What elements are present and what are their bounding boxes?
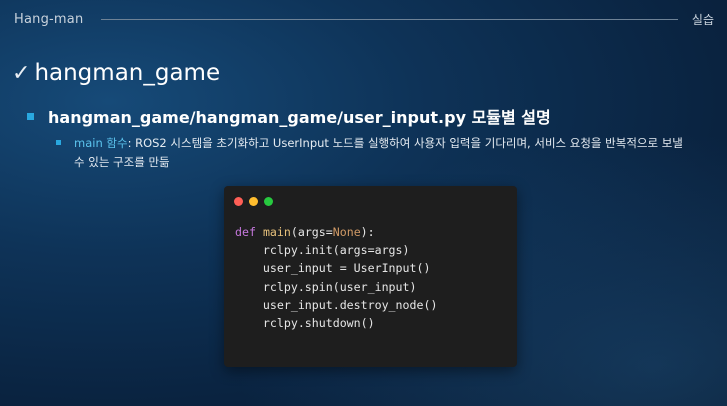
heading-level1: ✓ hangman_game [12, 60, 220, 86]
square-bullet-icon [27, 112, 34, 120]
code-line-3: user_input = UserInput() [235, 259, 437, 277]
code-line-5: user_input.destroy_node() [235, 296, 438, 314]
bullet-description: : ROS2 시스템을 초기화하고 UserInput 노드를 실행하여 사용자… [74, 136, 683, 169]
code-window: def main(args=None): rclpy.init(args=arg… [224, 186, 517, 367]
code-text: user_input.destroy_node() [262, 297, 438, 312]
heading-level2: hangman_game/hangman_game/user_input.py … [27, 104, 551, 128]
code-keyword: def [235, 225, 256, 239]
heading1-text: hangman_game [34, 60, 221, 86]
code-line-2: rclpy.init(args=args) [235, 241, 437, 259]
header-section-label: 실습 [691, 12, 714, 27]
slide-header: Hang-man 실습 [14, 9, 714, 29]
code-line-1: def main(args=None): [235, 223, 437, 241]
code-text: rclpy.shutdown() [262, 316, 375, 331]
code-line-4: rclpy.spin(user_input) [235, 278, 437, 296]
code-params-open: (args= [290, 225, 333, 239]
check-icon: ✓ [12, 60, 31, 86]
code-line-6: rclpy.shutdown() [235, 314, 437, 332]
code-block: def main(args=None): rclpy.init(args=arg… [235, 223, 437, 332]
close-dot-icon [234, 197, 243, 206]
bullet-key: main 함수 [74, 136, 128, 150]
small-square-bullet-icon [56, 140, 61, 145]
code-text: rclpy.spin(user_input) [262, 279, 417, 294]
header-title: Hang-man [14, 11, 84, 27]
header-divider [101, 18, 678, 20]
minimize-dot-icon [249, 197, 258, 206]
bullet-item: main 함수: ROS2 시스템을 초기화하고 UserInput 노드를 실… [56, 134, 696, 172]
window-controls [234, 197, 279, 206]
code-params-close: ): [360, 225, 375, 239]
code-text: rclpy.init(args=args) [262, 243, 410, 258]
maximize-dot-icon [264, 197, 273, 206]
bullet-text: main 함수: ROS2 시스템을 초기화하고 UserInput 노드를 실… [74, 134, 696, 172]
code-text: user_input = UserInput() [262, 261, 431, 276]
code-constant: None [332, 225, 361, 239]
code-function-name: main [262, 225, 291, 239]
heading2-text: hangman_game/hangman_game/user_input.py … [48, 108, 551, 127]
